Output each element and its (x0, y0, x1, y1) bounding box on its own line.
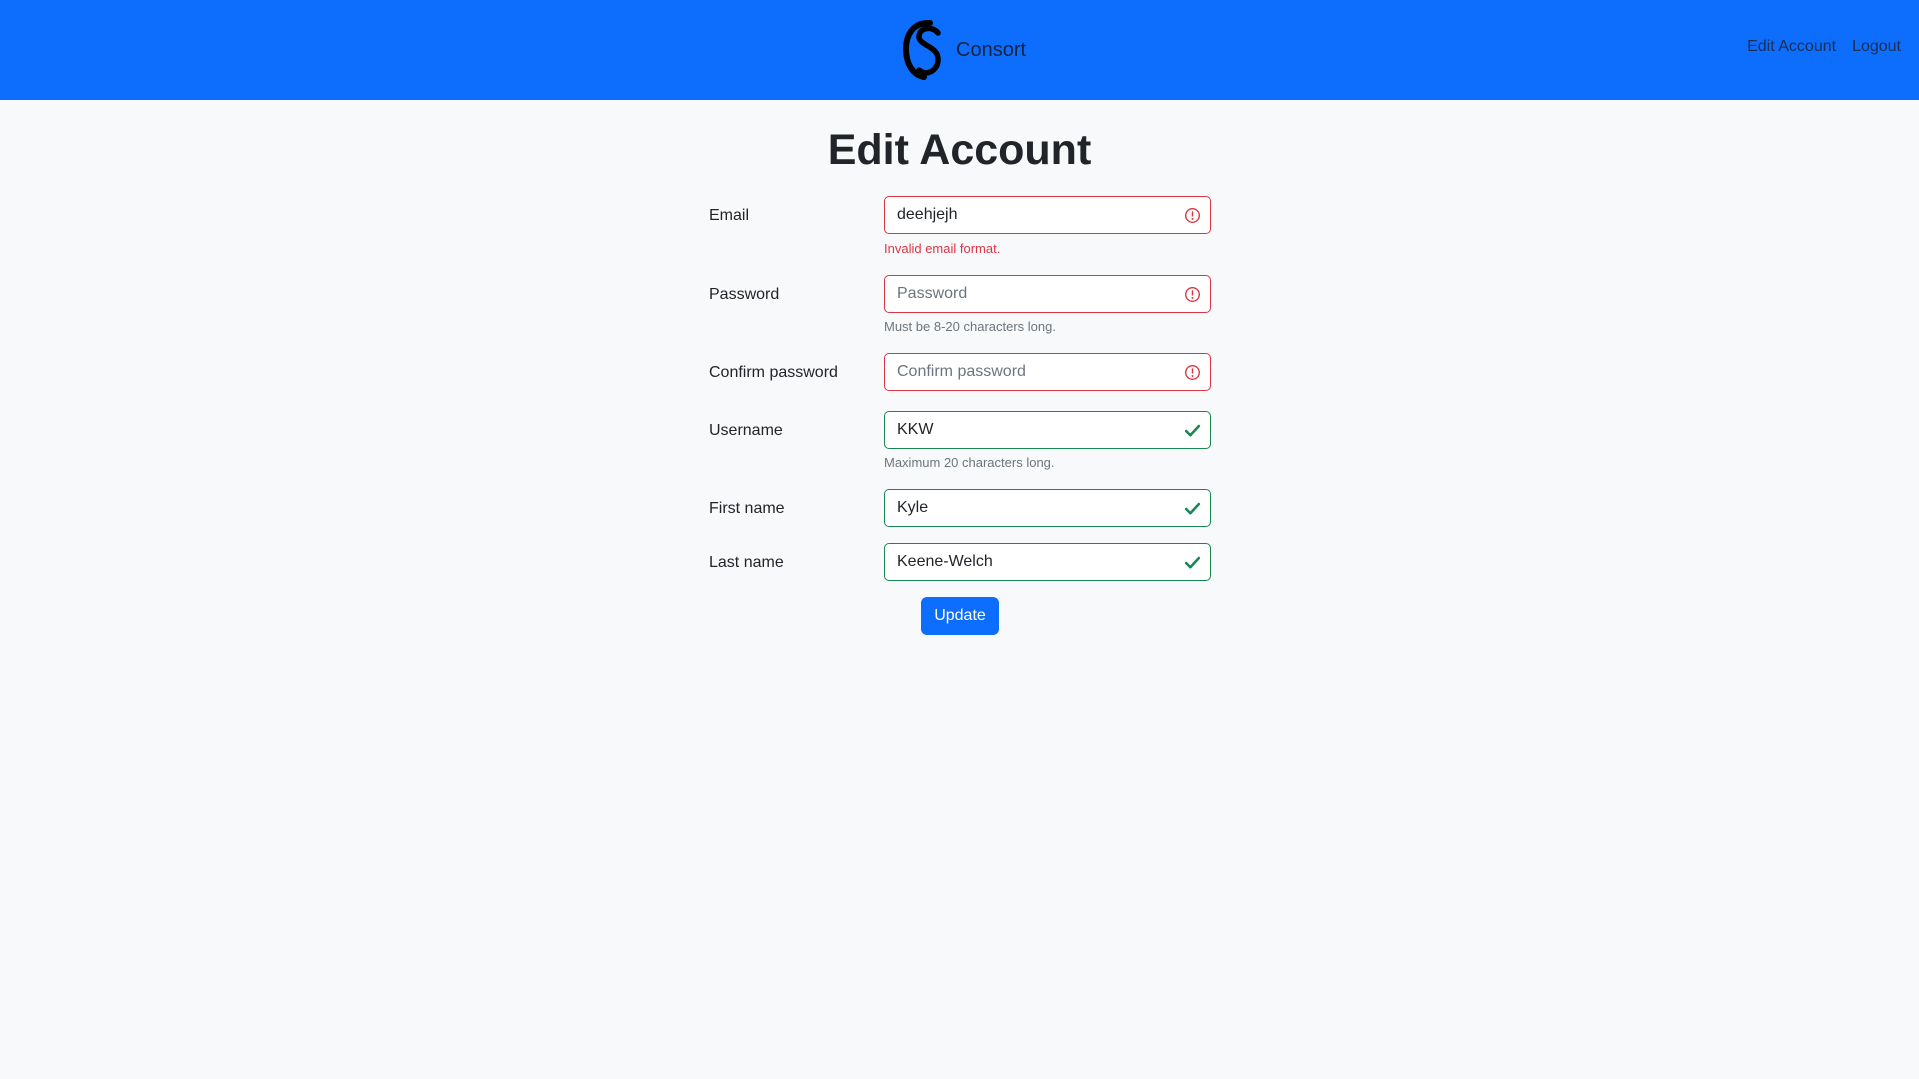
update-button[interactable]: Update (921, 597, 999, 635)
username-input-wrap (884, 411, 1211, 449)
consort-logo-icon (902, 19, 941, 80)
first-name-field[interactable] (885, 490, 1210, 526)
first-name-input-wrap (884, 489, 1211, 527)
password-label: Password (709, 286, 780, 303)
nav-link-edit-account[interactable]: Edit Account (1747, 38, 1836, 56)
last-name-input-wrap (884, 543, 1211, 581)
username-field[interactable] (885, 412, 1210, 448)
page-title: Edit Account (827, 126, 1092, 174)
email-label: Email (709, 207, 750, 224)
exclamation-circle-icon (1185, 208, 1200, 223)
confirm-password-field[interactable] (885, 354, 1210, 390)
check-icon (1184, 424, 1201, 437)
confirm-password-label: Confirm password (709, 364, 838, 381)
last-name-field[interactable] (885, 544, 1210, 580)
check-icon (1184, 502, 1201, 515)
confirm-password-input-wrap (884, 353, 1211, 391)
nav-link-logout[interactable]: Logout (1852, 38, 1901, 56)
brand[interactable]: Consort (900, 18, 1026, 82)
username-label: Username (709, 422, 783, 439)
brand-name: Consort (956, 39, 1027, 61)
email-field[interactable] (885, 197, 1210, 233)
password-input-wrap (884, 275, 1211, 313)
password-help-text: Must be 8-20 characters long. (884, 319, 1056, 334)
nav-links: Edit Account Logout (1747, 38, 1901, 56)
exclamation-circle-icon (1185, 365, 1200, 380)
password-field[interactable] (885, 276, 1210, 312)
email-error-message: Invalid email format. (884, 241, 1001, 256)
check-icon (1184, 556, 1201, 569)
first-name-label: First name (709, 500, 785, 517)
email-input-wrap (884, 196, 1211, 234)
last-name-label: Last name (709, 554, 784, 571)
navbar: Consort Edit Account Logout (0, 0, 1919, 100)
exclamation-circle-icon (1185, 287, 1200, 302)
username-help-text: Maximum 20 characters long. (884, 455, 1055, 470)
